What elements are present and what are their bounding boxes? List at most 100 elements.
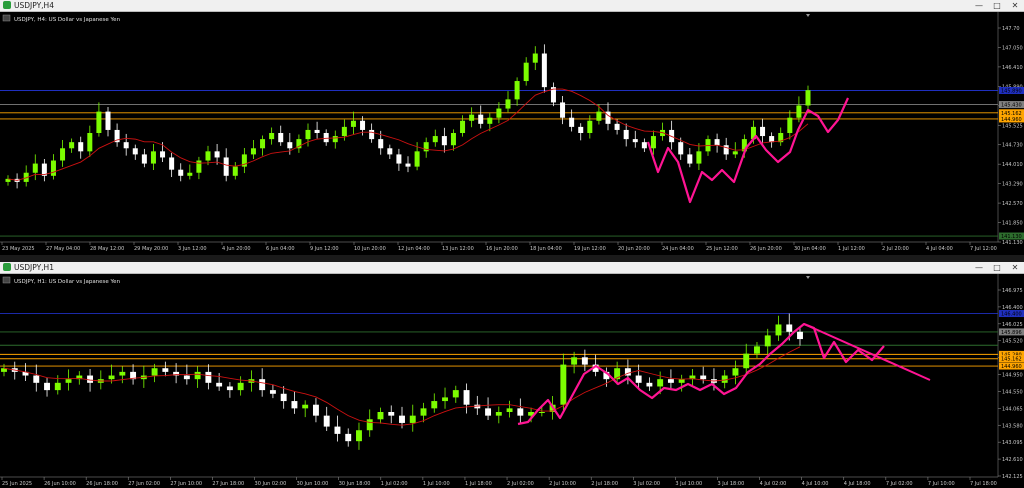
candle-body bbox=[150, 151, 156, 164]
candle-body bbox=[517, 408, 524, 416]
y-tick-label: 147.050 bbox=[1002, 45, 1023, 51]
y-tick-label: 143.095 bbox=[1002, 440, 1023, 446]
candle-body bbox=[387, 148, 393, 155]
candle-body bbox=[287, 142, 293, 149]
y-tick-label: 146.410 bbox=[1002, 65, 1023, 71]
y-tick-label: 141.130 bbox=[1002, 240, 1023, 246]
candle-body bbox=[786, 324, 793, 332]
candle-body bbox=[796, 105, 802, 118]
candle-body bbox=[485, 408, 492, 416]
price-label: 145.890 bbox=[1001, 89, 1022, 95]
x-tick-label: 24 Jun 04:00 bbox=[662, 246, 694, 252]
candle-body bbox=[350, 120, 356, 127]
x-tick-label: 3 Jul 10:00 bbox=[675, 481, 702, 487]
x-tick-label: 7 Jul 12:00 bbox=[970, 246, 997, 252]
candle-body bbox=[323, 133, 329, 143]
maximize-button[interactable]: □ bbox=[990, 262, 1004, 273]
candle-body bbox=[194, 371, 201, 380]
candle-body bbox=[32, 163, 38, 173]
candle-body bbox=[431, 401, 438, 409]
candle-body bbox=[635, 375, 642, 383]
window-titlebar[interactable]: USDJPY,H1 — □ ✕ bbox=[0, 262, 1024, 274]
candle-body bbox=[405, 163, 411, 167]
candle-body bbox=[69, 142, 75, 149]
x-tick-label: 3 Jul 18:00 bbox=[717, 481, 744, 487]
price-label: 145.162 bbox=[1001, 357, 1022, 363]
y-tick-label: 143.580 bbox=[1002, 423, 1023, 429]
shift-marker-icon bbox=[806, 14, 810, 17]
candle-body bbox=[687, 154, 693, 164]
candle-body bbox=[614, 123, 620, 130]
candle-body bbox=[223, 157, 229, 176]
close-button[interactable]: ✕ bbox=[1008, 0, 1022, 11]
candle-body bbox=[345, 433, 352, 442]
candle-body bbox=[216, 382, 223, 387]
y-tick-label: 144.010 bbox=[1002, 162, 1023, 168]
x-tick-label: 4 Jul 04:00 bbox=[926, 246, 953, 252]
x-tick-label: 19 Jun 12:00 bbox=[574, 246, 606, 252]
window-separator bbox=[0, 255, 1024, 262]
candle-body bbox=[478, 114, 484, 124]
candle-body bbox=[532, 53, 538, 63]
candle-body bbox=[65, 379, 72, 383]
candle-body bbox=[442, 397, 448, 402]
candle-body bbox=[341, 126, 347, 137]
y-tick-label: 144.065 bbox=[1002, 406, 1023, 412]
candle-body bbox=[334, 426, 341, 434]
x-tick-label: 1 Jul 10:00 bbox=[423, 481, 450, 487]
candle-body bbox=[696, 151, 702, 164]
candle-body bbox=[291, 401, 298, 409]
candle-body bbox=[314, 129, 320, 133]
x-tick-label: 2 Jul 02:00 bbox=[507, 481, 534, 487]
minimize-button[interactable]: — bbox=[972, 0, 986, 11]
chart-header: USDJPY, H1: US Dollar vs Japanese Yen bbox=[14, 279, 121, 285]
candle-body bbox=[108, 375, 115, 380]
candle-body bbox=[269, 133, 275, 140]
candle-body bbox=[250, 148, 256, 155]
candle-body bbox=[764, 335, 771, 347]
candle-body bbox=[587, 120, 593, 133]
chart-window-h4[interactable]: USDJPY,H4 — □ ✕ USDJPY, H4: US Dollar vs… bbox=[0, 0, 1024, 255]
y-tick-label: 145.525 bbox=[1002, 123, 1023, 129]
chart-area[interactable]: USDJPY, H1: US Dollar vs Japanese Yen 146… bbox=[0, 274, 1024, 488]
candle-body bbox=[760, 126, 766, 137]
y-tick-label: 145.520 bbox=[1002, 339, 1023, 345]
candle-body bbox=[259, 379, 266, 391]
app-logo-icon bbox=[3, 1, 11, 9]
chart-menu-icon bbox=[2, 14, 11, 22]
x-tick-label: 3 Jul 02:00 bbox=[633, 481, 660, 487]
x-tick-label: 27 Jun 18:00 bbox=[212, 481, 244, 487]
candle-body bbox=[775, 324, 782, 336]
x-tick-label: 26 Jun 10:00 bbox=[44, 481, 76, 487]
h1-chart-svg[interactable]: USDJPY, H1: US Dollar vs Japanese Yen 146… bbox=[0, 274, 1024, 488]
candle-body bbox=[305, 129, 311, 140]
chart-menu-icon bbox=[2, 276, 11, 284]
candle-body bbox=[667, 379, 674, 383]
candle-body bbox=[205, 151, 211, 161]
x-tick-label: 2 Jul 20:00 bbox=[882, 246, 909, 252]
candle-body bbox=[399, 415, 405, 423]
price-label: 144.960 bbox=[1001, 117, 1022, 123]
candle-body bbox=[487, 117, 493, 124]
x-tick-label: 1 Jul 18:00 bbox=[465, 481, 492, 487]
close-button[interactable]: ✕ bbox=[1008, 262, 1022, 273]
h4-chart-svg[interactable]: USDJPY, H4: US Dollar vs Japanese Yen 147… bbox=[0, 12, 1024, 255]
maximize-button[interactable]: □ bbox=[990, 0, 1004, 11]
candle-body bbox=[678, 379, 685, 383]
candle-body bbox=[232, 166, 238, 176]
candle-body bbox=[569, 117, 575, 127]
y-tick-label: 146.400 bbox=[1002, 305, 1023, 311]
chart-area[interactable]: USDJPY, H4: US Dollar vs Japanese Yen 147… bbox=[0, 12, 1024, 255]
candle-body bbox=[787, 117, 793, 133]
window-titlebar[interactable]: USDJPY,H4 — □ ✕ bbox=[0, 0, 1024, 12]
chart-window-h1[interactable]: USDJPY,H1 — □ ✕ USDJPY, H1: US Dollar vs… bbox=[0, 262, 1024, 488]
candle-body bbox=[641, 142, 647, 149]
chart-header: USDJPY, H4: US Dollar vs Japanese Yen bbox=[14, 17, 121, 23]
candle-body bbox=[571, 357, 578, 365]
candle-body bbox=[797, 331, 803, 340]
y-tick-label: 147.70 bbox=[1002, 26, 1020, 32]
minimize-button[interactable]: — bbox=[972, 262, 986, 273]
candle-body bbox=[452, 390, 459, 398]
candle-body bbox=[50, 160, 56, 176]
candle-body bbox=[278, 133, 284, 143]
